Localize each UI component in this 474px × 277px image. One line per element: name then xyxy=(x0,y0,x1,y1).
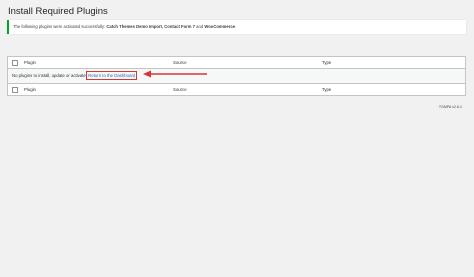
empty-message-text: No plugins to install, update or activat… xyxy=(12,73,88,78)
left-arrow-icon xyxy=(143,70,207,78)
column-footer-source: Source xyxy=(173,87,187,92)
notice-plugins: Catch Themes Demo Import, Contact Form 7 xyxy=(106,24,195,29)
table-empty-row: No plugins to install, update or activat… xyxy=(8,69,465,83)
table-footer-row: Plugin Source Type xyxy=(8,83,465,95)
page-title: Install Required Plugins xyxy=(8,6,108,17)
column-header-source: Source xyxy=(173,60,187,65)
column-footer-plugin[interactable]: Plugin xyxy=(24,84,36,95)
notice-last-plugin: WooCommerce xyxy=(204,24,235,29)
select-all-checkbox-bottom[interactable] xyxy=(12,87,18,93)
success-notice: The following plugins were activated suc… xyxy=(7,20,466,34)
admin-page: Install Required Plugins The following p… xyxy=(0,0,474,277)
column-header-plugin[interactable]: Plugin xyxy=(24,57,36,68)
table-header-row: Plugin Source Type xyxy=(8,57,465,69)
notice-conjunction: and xyxy=(196,24,204,29)
return-to-dashboard-link[interactable]: Return to the Dashboard xyxy=(86,71,138,80)
version-label: TGMPA v2.6.1 xyxy=(438,105,462,109)
notice-prefix: The following plugins were activated suc… xyxy=(13,24,106,29)
empty-message: No plugins to install, update or activat… xyxy=(12,69,138,83)
column-header-type: Type xyxy=(322,60,332,65)
column-footer-type: Type xyxy=(322,87,332,92)
plugins-table: Plugin Source Type No plugins to install… xyxy=(7,56,466,96)
select-all-checkbox-top[interactable] xyxy=(12,60,18,66)
notice-suffix: . xyxy=(234,24,237,29)
